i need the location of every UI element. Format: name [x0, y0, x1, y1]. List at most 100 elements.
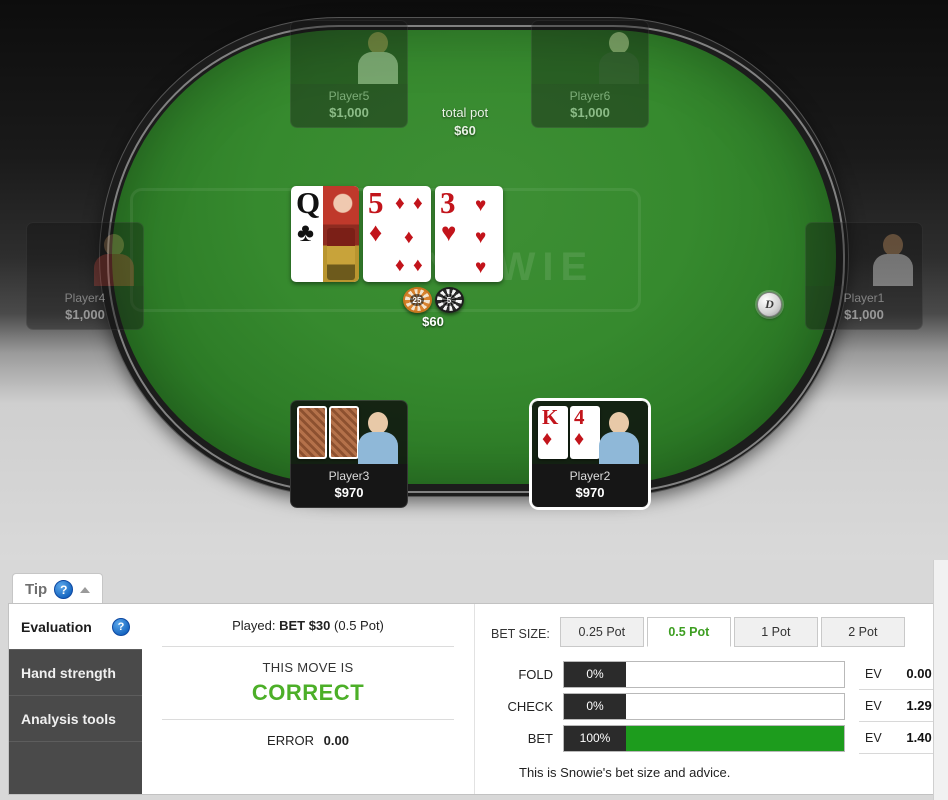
divider: [162, 646, 454, 647]
evaluation-column: Played: BET $30 (0.5 Pot) THIS MOVE IS C…: [142, 604, 475, 794]
action-label-fold: FOLD: [518, 666, 553, 682]
dealer-button-icon: D: [757, 292, 782, 317]
avatar-head: [368, 412, 388, 434]
ev-cell-check: EV 1.29: [859, 691, 936, 722]
action-frequency-table: FOLD 0% EV 0.00 CHECK 0% EV 1.29 BET 100…: [491, 658, 936, 754]
seat-player1-name: Player1: [843, 291, 885, 305]
tab-hand-strength-label: Hand strength: [21, 664, 116, 681]
seat-player2-name: Player2: [569, 469, 611, 483]
action-row-fold: FOLD 0% EV 0.00: [491, 658, 936, 690]
board-card-1-rank: Q: [296, 186, 321, 220]
hero-card-1-suit: ♦: [542, 428, 553, 450]
hero-card-2-suit: ♦: [574, 428, 585, 450]
board-card-1-suit: ♣: [297, 217, 315, 247]
chip-25: 25: [402, 287, 432, 313]
verdict-text: CORRECT: [251, 680, 365, 705]
tab-hand-strength[interactable]: Hand strength: [9, 650, 142, 696]
seat-player6-cards-area: [531, 20, 649, 84]
seat-player6-stack: $1,000: [570, 105, 610, 120]
board-card-3-suit: ♥: [441, 217, 457, 247]
seat-player5[interactable]: Player5 $1,000: [290, 20, 408, 128]
avatar-body: [599, 52, 639, 84]
card-back-icon: [297, 406, 327, 459]
ev-cell-fold: EV 0.00: [859, 659, 936, 690]
seat-player4-info: Player4 $1,000: [26, 286, 144, 330]
avatar-head: [883, 234, 903, 256]
avatar: [870, 230, 916, 286]
seat-player2-hero[interactable]: K ♦ 4 ♦ Player2 $970: [531, 400, 649, 508]
action-pct-fold: 0%: [564, 661, 626, 687]
bet-size-label: BET SIZE:: [491, 627, 550, 641]
chip-stack: 25 5: [398, 287, 468, 313]
chip-25-denom: 25: [410, 294, 424, 306]
seat-player6-name: Player6: [569, 89, 611, 103]
seat-player1[interactable]: Player1 $1,000: [805, 222, 923, 330]
board-card-1: Q ♣: [291, 186, 359, 282]
bet-size-tabs: BET SIZE: 0.25 Pot 0.5 Pot 1 Pot 2 Pot: [491, 617, 936, 647]
ev-value-fold: 0.00: [906, 666, 932, 681]
avatar-body: [599, 432, 639, 464]
bet-size-tab-2-pot[interactable]: 2 Pot: [820, 617, 905, 647]
hero-card-1: K ♦: [538, 405, 568, 459]
help-icon[interactable]: ?: [54, 580, 74, 599]
seat-player2-cards-area: K ♦ 4 ♦: [531, 400, 649, 464]
seat-player3-stack: $970: [334, 485, 364, 500]
seat-player5-name: Player5: [328, 89, 370, 103]
seat-player3[interactable]: Player3 $970: [290, 400, 408, 508]
total-pot-amount: $60: [454, 123, 476, 138]
bet-size-tab-0-25-pot[interactable]: 0.25 Pot: [559, 617, 644, 647]
advice-column: BET SIZE: 0.25 Pot 0.5 Pot 1 Pot 2 Pot F…: [475, 604, 948, 794]
avatar-body: [873, 254, 913, 286]
queen-face-art: [323, 186, 359, 282]
pip: ♥: [475, 227, 487, 248]
tab-evaluation-label: Evaluation: [21, 618, 92, 635]
avatar: [355, 28, 401, 84]
tab-analysis-tools[interactable]: Analysis tools: [9, 696, 142, 742]
seat-player6-info: Player6 $1,000: [531, 84, 649, 128]
seat-player1-cards-area: [805, 222, 923, 286]
avatar: [91, 230, 137, 286]
avatar-body: [358, 432, 398, 464]
tip-tab[interactable]: Tip ?: [12, 573, 104, 605]
action-bar-fold: 0%: [563, 660, 845, 688]
pip: ♦: [413, 193, 423, 214]
played-suffix: (0.5 Pot): [334, 618, 384, 633]
tab-evaluation[interactable]: Evaluation ?: [9, 604, 155, 650]
seat-player4[interactable]: Player4 $1,000: [26, 222, 144, 330]
error-line: ERROR 0.00: [158, 733, 458, 748]
total-pot-label: total pot: [441, 105, 489, 120]
avatar-body: [94, 254, 134, 286]
help-icon[interactable]: ?: [112, 617, 130, 636]
ev-cell-bet: EV 1.40: [859, 723, 936, 754]
ev-value-check: 1.29: [906, 698, 932, 713]
ev-label-check: EV: [865, 698, 882, 713]
poker-trainer-app: SNOWIE total pot $60 Q ♣ 5 ♦ ♦ ♦ ♦ ♦ ♦: [0, 0, 948, 800]
panel-side-tabs: Evaluation ? Hand strength Analysis tool…: [9, 604, 155, 794]
hero-card-1-rank: K: [542, 405, 559, 429]
board-card-2: 5 ♦ ♦ ♦ ♦ ♦ ♦: [363, 186, 431, 282]
pip: ♦: [413, 255, 423, 276]
seat-player4-cards-area: [26, 222, 144, 286]
error-value: 0.00: [323, 733, 349, 748]
avatar-head: [368, 32, 388, 54]
vertical-scrollbar[interactable]: [933, 560, 948, 800]
seat-player3-info: Player3 $970: [290, 464, 408, 508]
chevron-up-icon[interactable]: [80, 586, 91, 593]
seat-player5-stack: $1,000: [329, 105, 369, 120]
seat-player6[interactable]: Player6 $1,000: [531, 20, 649, 128]
community-cards: Q ♣ 5 ♦ ♦ ♦ ♦ ♦ ♦ 3 ♥ ♥ ♥ ♥: [291, 186, 503, 282]
tip-tab-label: Tip: [25, 581, 48, 598]
bet-size-tab-0-5-pot[interactable]: 0.5 Pot: [646, 617, 731, 647]
pip: ♥: [475, 195, 487, 216]
board-card-2-rank: 5: [368, 186, 384, 220]
seat-player2-info: Player2 $970: [531, 464, 649, 508]
pip: ♦: [404, 227, 414, 248]
action-pct-check: 0%: [564, 693, 626, 719]
advice-footer-text: This is Snowie's bet size and advice.: [519, 765, 731, 780]
seat-player3-name: Player3: [328, 469, 370, 483]
bet-size-tab-1-pot[interactable]: 1 Pot: [733, 617, 818, 647]
tab-analysis-tools-label: Analysis tools: [21, 710, 116, 727]
action-row-check: CHECK 0% EV 1.29: [491, 690, 936, 722]
action-pct-bet: 100%: [564, 725, 626, 751]
board-card-3-rank: 3: [440, 186, 456, 220]
